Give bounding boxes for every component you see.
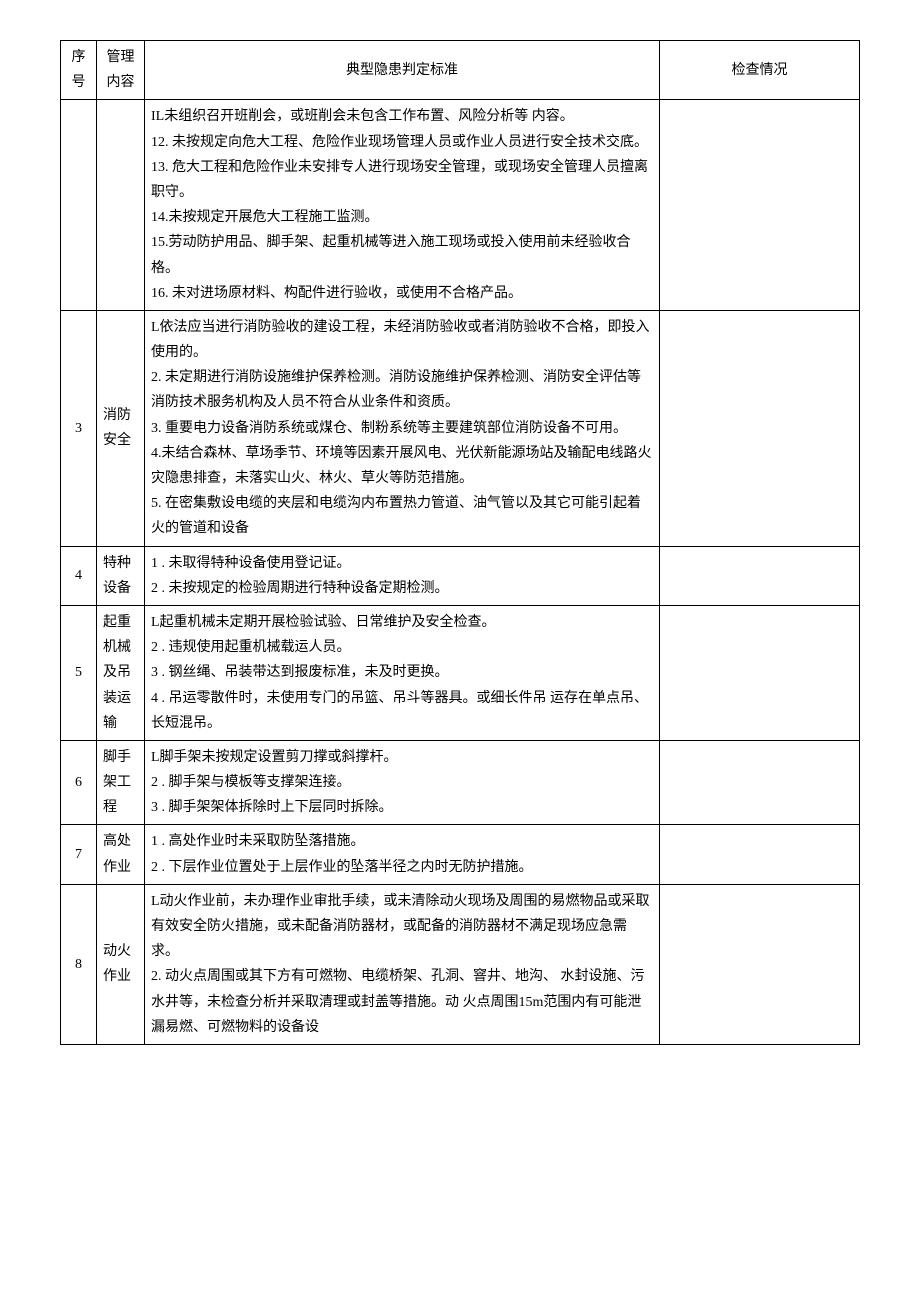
table-row: 8动火作业L动火作业前，未办理作业审批手续，或未清除动火现场及周围的易燃物品或采… bbox=[61, 884, 860, 1044]
row-num: 8 bbox=[61, 884, 97, 1044]
table-row: 3消防安全L依法应当进行消防验收的建设工程，未经消防验收或者消防验收不合格，即投… bbox=[61, 310, 860, 546]
table-row: IL未组织召开班削会，或班削会未包含工作布置、风险分析等 内容。 12. 未按规… bbox=[61, 100, 860, 311]
row-cat: 高处作业 bbox=[97, 825, 145, 884]
row-cat bbox=[97, 100, 145, 311]
row-content: L依法应当进行消防验收的建设工程，未经消防验收或者消防验收不合格，即投入使用的。… bbox=[145, 310, 660, 546]
header-check: 检查情况 bbox=[660, 41, 860, 100]
row-check bbox=[660, 884, 860, 1044]
table-row: 6脚手架工程L脚手架未按规定设置剪刀撑或斜撑杆。 2 . 脚手架与模板等支撑架连… bbox=[61, 740, 860, 825]
row-num: 6 bbox=[61, 740, 97, 825]
row-cat: 消防安全 bbox=[97, 310, 145, 546]
row-check bbox=[660, 310, 860, 546]
row-cat: 脚手架工程 bbox=[97, 740, 145, 825]
row-cat: 动火作业 bbox=[97, 884, 145, 1044]
row-num: 4 bbox=[61, 546, 97, 605]
row-content: L动火作业前，未办理作业审批手续，或未清除动火现场及周围的易燃物品或采取有效安全… bbox=[145, 884, 660, 1044]
row-check bbox=[660, 825, 860, 884]
row-num: 7 bbox=[61, 825, 97, 884]
row-content: IL未组织召开班削会，或班削会未包含工作布置、风险分析等 内容。 12. 未按规… bbox=[145, 100, 660, 311]
table-row: 5起重机械及吊装运输L起重机械未定期开展检验试验、日常维护及安全检查。 2 . … bbox=[61, 605, 860, 740]
table-row: 7高处作业1 . 高处作业时未采取防坠落措施。 2 . 下层作业位置处于上层作业… bbox=[61, 825, 860, 884]
row-content: 1 . 未取得特种设备使用登记证。 2 . 未按规定的检验周期进行特种设备定期检… bbox=[145, 546, 660, 605]
header-cat: 管理内容 bbox=[97, 41, 145, 100]
row-num: 3 bbox=[61, 310, 97, 546]
row-cat: 起重机械及吊装运输 bbox=[97, 605, 145, 740]
row-cat: 特种设备 bbox=[97, 546, 145, 605]
table-row: 4特种设备1 . 未取得特种设备使用登记证。 2 . 未按规定的检验周期进行特种… bbox=[61, 546, 860, 605]
row-content: L起重机械未定期开展检验试验、日常维护及安全检查。 2 . 违规使用起重机械载运… bbox=[145, 605, 660, 740]
header-row: 序号 管理内容 典型隐患判定标准 检查情况 bbox=[61, 41, 860, 100]
row-num bbox=[61, 100, 97, 311]
row-check bbox=[660, 605, 860, 740]
header-content: 典型隐患判定标准 bbox=[145, 41, 660, 100]
row-num: 5 bbox=[61, 605, 97, 740]
hazard-table: 序号 管理内容 典型隐患判定标准 检查情况 IL未组织召开班削会，或班削会未包含… bbox=[60, 40, 860, 1045]
row-check bbox=[660, 100, 860, 311]
row-content: 1 . 高处作业时未采取防坠落措施。 2 . 下层作业位置处于上层作业的坠落半径… bbox=[145, 825, 660, 884]
row-content: L脚手架未按规定设置剪刀撑或斜撑杆。 2 . 脚手架与模板等支撑架连接。 3 .… bbox=[145, 740, 660, 825]
row-check bbox=[660, 740, 860, 825]
header-num: 序号 bbox=[61, 41, 97, 100]
row-check bbox=[660, 546, 860, 605]
